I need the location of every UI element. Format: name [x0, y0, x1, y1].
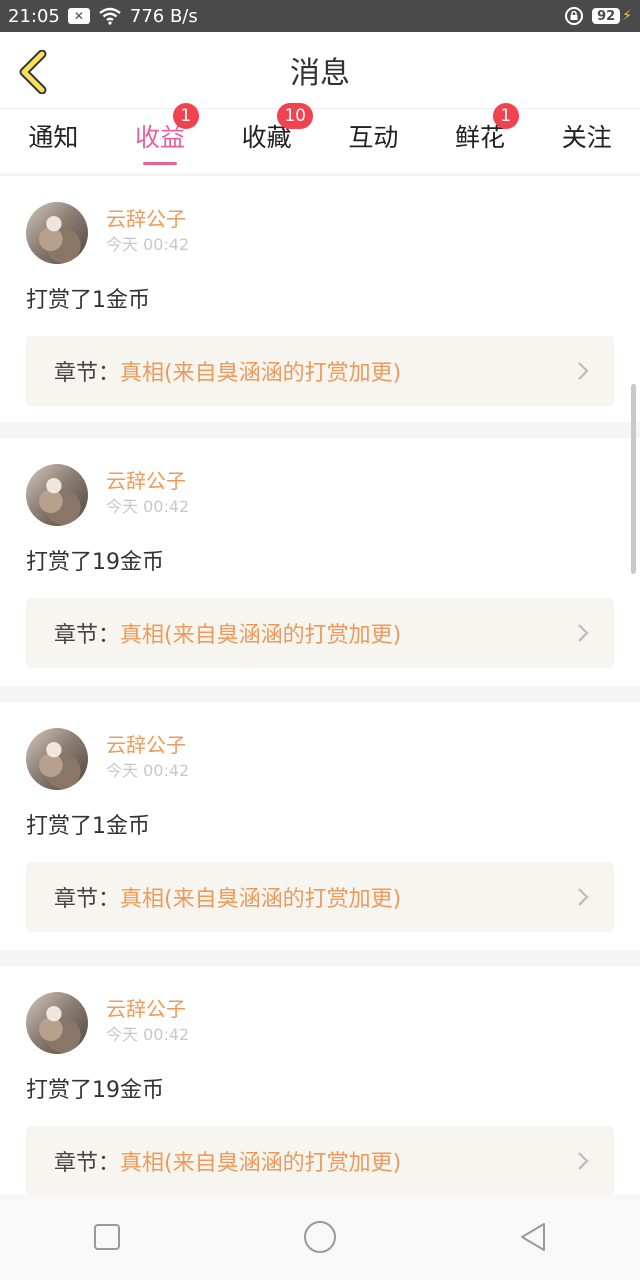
tab-favorites[interactable]: 收藏 10 — [213, 103, 320, 173]
tab-earnings[interactable]: 收益 1 — [107, 103, 214, 173]
avatar[interactable] — [26, 202, 88, 264]
recent-apps-button[interactable] — [77, 1207, 137, 1267]
tab-interactions[interactable]: 互动 — [320, 109, 427, 173]
system-nav-bar — [0, 1194, 640, 1280]
timestamp: 今天 00:42 — [106, 497, 190, 516]
chapter-link[interactable]: 章节： 真相(来自臭涵涵的打赏加更) — [26, 1126, 614, 1194]
avatar[interactable] — [26, 992, 88, 1054]
chapter-link[interactable]: 章节： 真相(来自臭涵涵的打赏加更) — [26, 598, 614, 668]
avatar[interactable] — [26, 464, 88, 526]
app-header: 消息 — [0, 32, 640, 109]
status-bar: 21:05 ✕ 776 B/s 92 ⚡ — [0, 0, 640, 32]
chevron-left-icon[interactable] — [16, 50, 56, 94]
tab-badge: 1 — [492, 103, 519, 129]
message-card: 云辞公子 今天 00:42 打赏了19金币 章节： 真相(来自臭涵涵的打赏加更) — [0, 966, 640, 1194]
chapter-link[interactable]: 章节： 真相(来自臭涵涵的打赏加更) — [26, 336, 614, 406]
chapter-label: 章节： — [54, 887, 121, 912]
chevron-right-icon — [578, 1152, 589, 1170]
tab-badge: 10 — [277, 103, 313, 129]
scrollbar[interactable] — [631, 384, 636, 574]
username[interactable]: 云辞公子 — [106, 732, 189, 758]
tab-notifications[interactable]: 通知 — [0, 109, 107, 173]
chevron-right-icon — [578, 888, 589, 906]
chapter-label: 章节： — [54, 1151, 121, 1176]
message-card: 云辞公子 今天 00:42 打赏了19金币 章节： 真相(来自臭涵涵的打赏加更) — [0, 438, 640, 686]
username[interactable]: 云辞公子 — [106, 468, 189, 494]
chevron-right-icon — [578, 624, 589, 642]
timestamp: 今天 00:42 — [106, 235, 190, 254]
back-button[interactable] — [503, 1207, 563, 1267]
charging-bolt-icon: ⚡ — [622, 8, 632, 24]
battery-indicator: 92 ⚡ — [592, 8, 632, 24]
reward-text: 打赏了1金币 — [26, 288, 150, 313]
tab-label: 收益 — [135, 123, 186, 152]
chapter-title: 真相(来自臭涵涵的打赏加更) — [120, 623, 402, 648]
chapter-link[interactable]: 章节： 真相(来自臭涵涵的打赏加更) — [26, 862, 614, 932]
lock-rotation-icon — [565, 7, 584, 25]
message-list: 云辞公子 今天 00:42 打赏了1金币 章节： 真相(来自臭涵涵的打赏加更) … — [0, 176, 640, 1194]
reward-text: 打赏了19金币 — [26, 550, 164, 575]
triangle-back-icon — [521, 1223, 546, 1251]
timestamp: 今天 00:42 — [106, 761, 190, 780]
status-time: 21:05 — [8, 5, 60, 27]
tab-label: 关注 — [561, 123, 612, 152]
chapter-title: 真相(来自臭涵涵的打赏加更) — [120, 1151, 402, 1176]
chapter-title: 真相(来自臭涵涵的打赏加更) — [120, 887, 402, 912]
chapter-title: 真相(来自臭涵涵的打赏加更) — [120, 361, 402, 386]
username[interactable]: 云辞公子 — [106, 206, 189, 232]
battery-level: 92 — [592, 8, 621, 24]
username[interactable]: 云辞公子 — [106, 996, 189, 1022]
chapter-label: 章节： — [54, 361, 121, 386]
tab-badge: 1 — [172, 103, 199, 129]
reward-text: 打赏了19金币 — [26, 1078, 164, 1103]
tab-label: 互动 — [348, 123, 399, 152]
message-card: 云辞公子 今天 00:42 打赏了1金币 章节： 真相(来自臭涵涵的打赏加更) — [0, 176, 640, 422]
home-button[interactable] — [290, 1207, 350, 1267]
timestamp: 今天 00:42 — [106, 1025, 190, 1044]
x-box-icon: ✕ — [67, 8, 90, 24]
chevron-right-icon — [578, 362, 589, 380]
tab-bar: 通知 收益 1 收藏 10 互动 鲜花 1 关注 — [0, 103, 640, 173]
square-icon — [93, 1224, 120, 1250]
reward-text: 打赏了1金币 — [26, 814, 150, 839]
circle-icon — [303, 1221, 336, 1253]
tab-label: 通知 — [28, 123, 79, 152]
page-title: 消息 — [290, 56, 350, 91]
tab-follows[interactable]: 关注 — [533, 109, 640, 173]
wifi-icon — [99, 7, 121, 25]
message-card: 云辞公子 今天 00:42 打赏了1金币 章节： 真相(来自臭涵涵的打赏加更) — [0, 702, 640, 950]
chapter-label: 章节： — [54, 623, 121, 648]
active-tab-indicator — [143, 162, 177, 165]
network-speed: 776 B/s — [129, 5, 198, 27]
tab-flowers[interactable]: 鲜花 1 — [427, 103, 534, 173]
tab-label: 鲜花 — [455, 123, 506, 152]
avatar[interactable] — [26, 728, 88, 790]
